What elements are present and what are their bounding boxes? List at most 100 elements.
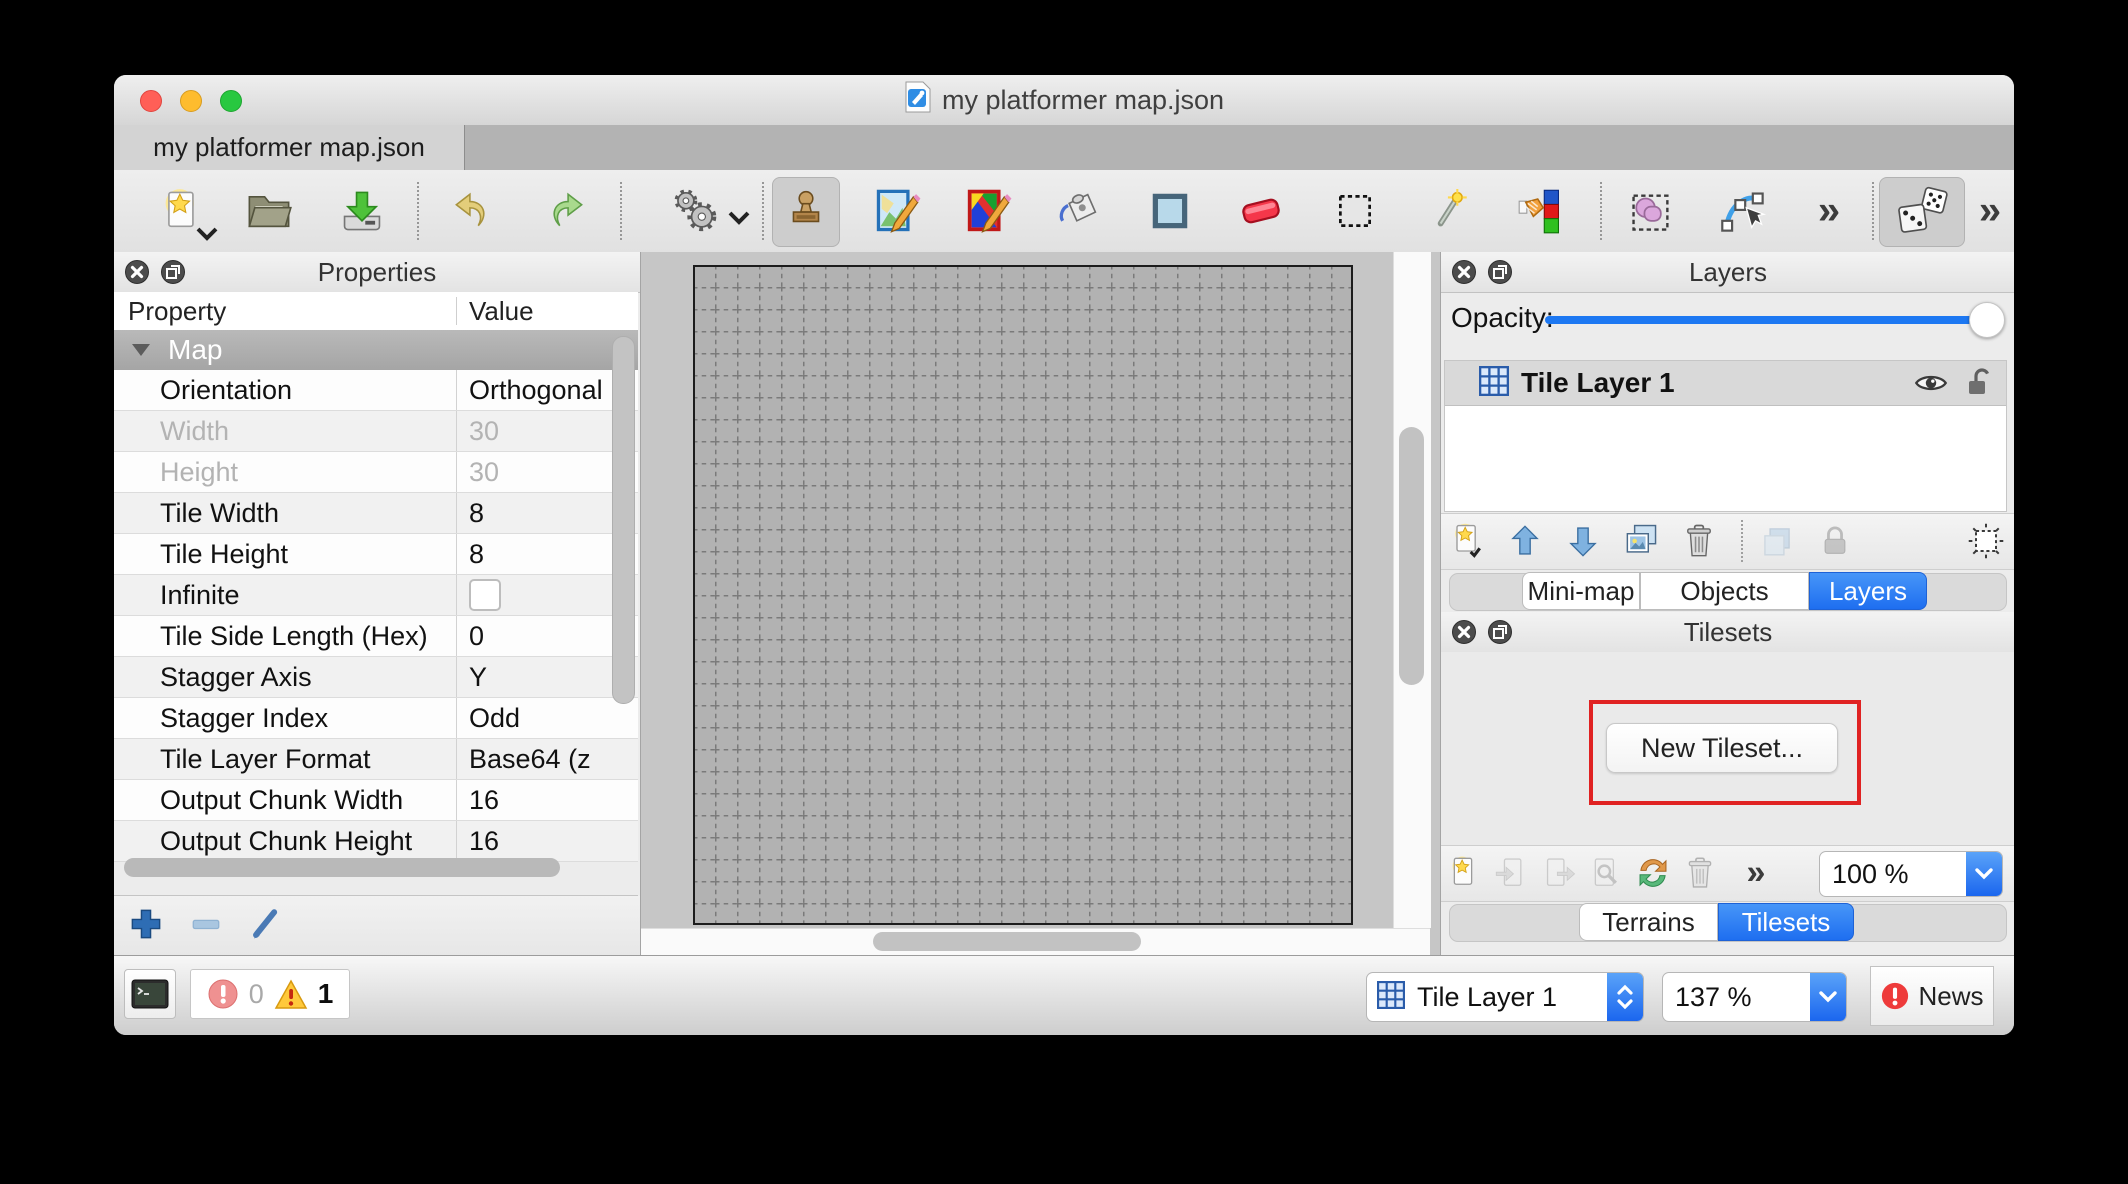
close-panel-icon[interactable] bbox=[124, 259, 150, 285]
tileset-zoom-select[interactable]: 100 % bbox=[1819, 851, 2003, 897]
title-bar[interactable]: my platformer map.json bbox=[114, 75, 2014, 126]
property-row[interactable]: Tile Width8 bbox=[114, 493, 638, 534]
tab-objects[interactable]: Objects bbox=[1640, 572, 1809, 610]
property-row[interactable]: Width30 bbox=[114, 411, 638, 452]
property-row[interactable]: Output Chunk Width16 bbox=[114, 780, 638, 821]
float-panel-icon[interactable] bbox=[1487, 619, 1513, 645]
property-row[interactable]: Stagger AxisY bbox=[114, 657, 638, 698]
property-row[interactable]: OrientationOrthogonal bbox=[114, 370, 638, 411]
property-row[interactable]: Tile Side Length (Hex)0 bbox=[114, 616, 638, 657]
layer-row-tile-layer-1[interactable]: Tile Layer 1 bbox=[1445, 361, 2006, 406]
select-objects-tool[interactable] bbox=[1624, 184, 1678, 238]
show-hide-other-layers-button[interactable] bbox=[1753, 517, 1801, 565]
edit-polygons-tool[interactable] bbox=[1716, 184, 1770, 238]
console-button[interactable] bbox=[124, 969, 176, 1019]
document-tab[interactable]: my platformer map.json bbox=[114, 125, 465, 170]
remove-property-button[interactable] bbox=[186, 904, 230, 948]
zoom-select[interactable]: 137 % bbox=[1662, 972, 1847, 1022]
add-property-button[interactable] bbox=[126, 904, 170, 948]
save-button[interactable] bbox=[335, 184, 389, 238]
property-row[interactable]: Tile Height8 bbox=[114, 534, 638, 575]
property-value[interactable]: Orthogonal bbox=[456, 370, 638, 410]
map-canvas-area[interactable] bbox=[641, 252, 1440, 955]
terrain-brush-tool[interactable] bbox=[870, 184, 924, 238]
reload-tileset-button[interactable] bbox=[1629, 849, 1677, 897]
current-layer-select[interactable]: Tile Layer 1 bbox=[1366, 972, 1644, 1022]
dropdown-chevron-icon[interactable] bbox=[1966, 852, 2002, 896]
automapping-button[interactable] bbox=[668, 184, 722, 238]
property-row[interactable]: Output Chunk Height16 bbox=[114, 821, 638, 862]
shape-fill-brush-tool[interactable] bbox=[961, 184, 1015, 238]
delete-layer-button[interactable] bbox=[1675, 517, 1723, 565]
close-panel-icon[interactable] bbox=[1451, 619, 1477, 645]
view-toolbar-overflow-button[interactable]: » bbox=[1979, 189, 2001, 234]
opacity-slider-track[interactable] bbox=[1545, 316, 1997, 324]
property-value[interactable]: Base64 (z bbox=[456, 739, 638, 779]
edit-property-button[interactable] bbox=[246, 904, 290, 948]
toolbar-overflow-button[interactable]: » bbox=[1818, 189, 1840, 234]
opacity-slider-handle[interactable] bbox=[1969, 302, 2005, 338]
float-panel-icon[interactable] bbox=[1487, 259, 1513, 285]
new-map-dropdown-chevron[interactable] bbox=[194, 226, 220, 242]
rectangular-select-tool[interactable] bbox=[1328, 184, 1382, 238]
property-value[interactable] bbox=[456, 575, 638, 615]
embed-tileset-button[interactable] bbox=[1487, 849, 1535, 897]
property-value[interactable]: Odd bbox=[456, 698, 638, 738]
canvas-vertical-scrollbar[interactable] bbox=[1399, 427, 1424, 685]
property-value[interactable]: 8 bbox=[456, 534, 638, 574]
tab-layers[interactable]: Layers bbox=[1809, 572, 1927, 610]
lower-layer-button[interactable] bbox=[1559, 517, 1607, 565]
tileset-toolbar-overflow-button[interactable]: » bbox=[1747, 854, 1766, 893]
raise-layer-button[interactable] bbox=[1501, 517, 1549, 565]
eraser-tool[interactable] bbox=[1234, 184, 1288, 238]
select-same-tile-tool[interactable] bbox=[1514, 184, 1568, 238]
infinite-checkbox[interactable] bbox=[469, 579, 501, 611]
export-tileset-button[interactable] bbox=[1535, 849, 1583, 897]
map-grid[interactable] bbox=[693, 265, 1353, 925]
tab-tilesets[interactable]: Tilesets bbox=[1718, 903, 1854, 941]
property-row[interactable]: Stagger IndexOdd bbox=[114, 698, 638, 739]
new-tileset-button[interactable]: New Tileset... bbox=[1606, 723, 1838, 773]
map-group-row[interactable]: Map bbox=[114, 330, 638, 371]
new-layer-button[interactable] bbox=[1443, 517, 1491, 565]
open-file-button[interactable] bbox=[242, 184, 296, 238]
property-row[interactable]: Infinite bbox=[114, 575, 638, 616]
property-value[interactable]: 16 bbox=[456, 821, 638, 861]
close-panel-icon[interactable] bbox=[1451, 259, 1477, 285]
property-value[interactable]: 16 bbox=[456, 780, 638, 820]
float-panel-icon[interactable] bbox=[160, 259, 186, 285]
duplicate-layer-button[interactable] bbox=[1617, 517, 1665, 565]
shape-fill-tool[interactable] bbox=[1143, 184, 1197, 238]
random-mode-button[interactable] bbox=[1895, 184, 1949, 238]
automapping-dropdown-chevron[interactable] bbox=[726, 210, 752, 226]
properties-vertical-scrollbar[interactable] bbox=[612, 336, 635, 704]
new-tileset-toolbar-button[interactable] bbox=[1439, 849, 1487, 897]
layer-list[interactable]: Tile Layer 1 bbox=[1444, 360, 2007, 512]
tab-terrains[interactable]: Terrains bbox=[1579, 903, 1718, 941]
undo-button[interactable] bbox=[445, 184, 499, 238]
stepper-chevrons-icon[interactable] bbox=[1607, 973, 1643, 1021]
magic-wand-tool[interactable] bbox=[1423, 184, 1477, 238]
property-value[interactable]: 0 bbox=[456, 616, 638, 656]
edit-tileset-button[interactable] bbox=[1582, 849, 1630, 897]
message-counts-group[interactable]: 0 1 bbox=[190, 969, 350, 1019]
remove-tileset-button[interactable] bbox=[1676, 849, 1724, 897]
lock-layers-button[interactable] bbox=[1811, 517, 1859, 565]
layer-unlocked-icon[interactable] bbox=[1966, 368, 1992, 403]
collapse-triangle-icon[interactable] bbox=[132, 344, 150, 356]
redo-button[interactable] bbox=[539, 184, 593, 238]
highlight-current-layer-button[interactable] bbox=[1962, 517, 2010, 565]
property-value[interactable]: 30 bbox=[456, 411, 638, 451]
bucket-fill-tool[interactable] bbox=[1052, 184, 1106, 238]
property-row[interactable]: Tile Layer FormatBase64 (z bbox=[114, 739, 638, 780]
property-value[interactable]: 30 bbox=[456, 452, 638, 492]
property-row[interactable]: Height30 bbox=[114, 452, 638, 493]
tab-mini-map[interactable]: Mini-map bbox=[1522, 572, 1640, 610]
layer-visibility-eye-icon[interactable] bbox=[1914, 371, 1948, 400]
property-value[interactable]: 8 bbox=[456, 493, 638, 533]
news-button[interactable]: News bbox=[1870, 966, 1994, 1026]
properties-horizontal-scrollbar[interactable] bbox=[124, 858, 560, 877]
dropdown-chevron-icon[interactable] bbox=[1810, 973, 1846, 1021]
property-value[interactable]: Y bbox=[456, 657, 638, 697]
canvas-horizontal-scrollbar[interactable] bbox=[873, 932, 1141, 951]
